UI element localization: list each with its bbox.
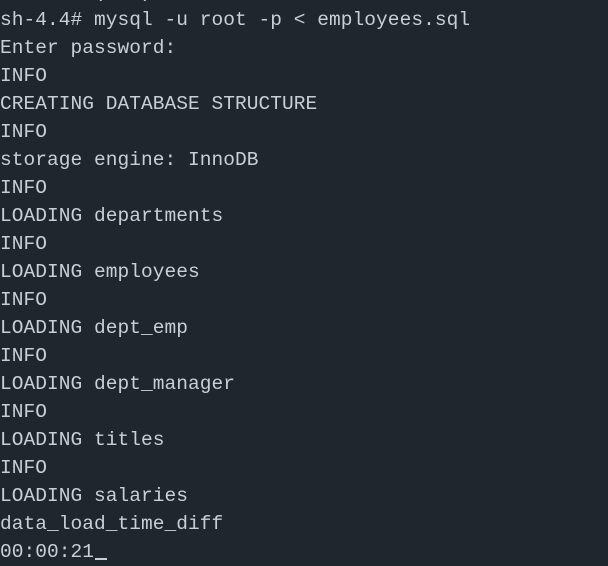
last-output-line[interactable]: 00:00:21	[0, 538, 470, 566]
output-line: CREATING DATABASE STRUCTURE	[0, 93, 318, 115]
output-line: INFO	[0, 233, 48, 255]
terminal-output: sh-4.4# mysql -u root -p < employees.sql…	[0, 6, 470, 566]
partial-line-text: ( )	[0, 0, 153, 4]
output-line: INFO	[0, 345, 48, 367]
text-cursor	[95, 558, 108, 560]
scrolled-off-line: ( )	[0, 0, 608, 4]
output-line: INFO	[0, 289, 48, 311]
output-line: data_load_time_diff	[0, 513, 224, 535]
password-prompt: Enter password:	[0, 37, 177, 59]
output-line: LOADING dept_manager	[0, 373, 236, 395]
output-line: INFO	[0, 177, 48, 199]
output-line: INFO	[0, 121, 48, 143]
elapsed-time-text: 00:00:21	[0, 541, 95, 563]
output-line: storage engine: InnoDB	[0, 149, 259, 171]
output-line: LOADING departments	[0, 205, 224, 227]
output-line: INFO	[0, 65, 48, 87]
output-line: LOADING salaries	[0, 485, 189, 507]
output-line: INFO	[0, 457, 48, 479]
output-line: LOADING employees	[0, 261, 200, 283]
output-line: INFO	[0, 401, 48, 423]
terminal-window[interactable]: ( ) sh-4.4# mysql -u root -p < employees…	[0, 0, 608, 566]
output-line: LOADING dept_emp	[0, 317, 189, 339]
output-line: LOADING titles	[0, 429, 165, 451]
command-line: sh-4.4# mysql -u root -p < employees.sql	[0, 9, 471, 31]
